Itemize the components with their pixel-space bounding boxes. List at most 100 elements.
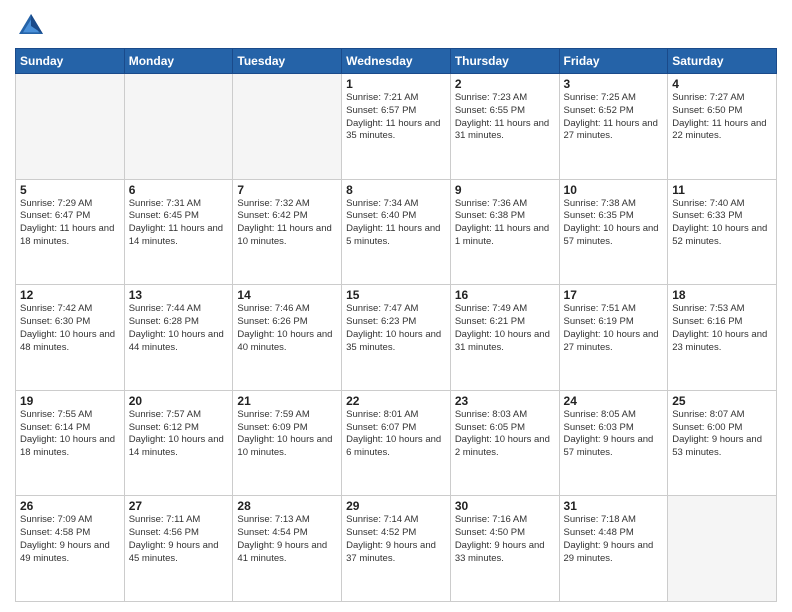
calendar-day-cell: 13Sunrise: 7:44 AMSunset: 6:28 PMDayligh… bbox=[124, 285, 233, 391]
day-number: 23 bbox=[455, 394, 555, 408]
calendar-day-cell: 23Sunrise: 8:03 AMSunset: 6:05 PMDayligh… bbox=[450, 390, 559, 496]
calendar-day-cell: 5Sunrise: 7:29 AMSunset: 6:47 PMDaylight… bbox=[16, 179, 125, 285]
calendar-day-cell: 6Sunrise: 7:31 AMSunset: 6:45 PMDaylight… bbox=[124, 179, 233, 285]
day-info: Sunrise: 8:03 AMSunset: 6:05 PMDaylight:… bbox=[455, 409, 555, 460]
calendar-day-cell: 14Sunrise: 7:46 AMSunset: 6:26 PMDayligh… bbox=[233, 285, 342, 391]
day-info: Sunrise: 8:05 AMSunset: 6:03 PMDaylight:… bbox=[564, 409, 664, 460]
col-thursday: Thursday bbox=[450, 49, 559, 74]
day-info: Sunrise: 7:57 AMSunset: 6:12 PMDaylight:… bbox=[129, 409, 229, 460]
day-number: 27 bbox=[129, 499, 229, 513]
col-tuesday: Tuesday bbox=[233, 49, 342, 74]
day-info: Sunrise: 7:42 AMSunset: 6:30 PMDaylight:… bbox=[20, 303, 120, 354]
col-saturday: Saturday bbox=[668, 49, 777, 74]
calendar-day-cell: 16Sunrise: 7:49 AMSunset: 6:21 PMDayligh… bbox=[450, 285, 559, 391]
day-info: Sunrise: 7:40 AMSunset: 6:33 PMDaylight:… bbox=[672, 198, 772, 249]
calendar-week-row: 1Sunrise: 7:21 AMSunset: 6:57 PMDaylight… bbox=[16, 74, 777, 180]
col-friday: Friday bbox=[559, 49, 668, 74]
col-sunday: Sunday bbox=[16, 49, 125, 74]
header bbox=[15, 10, 777, 42]
day-info: Sunrise: 7:44 AMSunset: 6:28 PMDaylight:… bbox=[129, 303, 229, 354]
calendar-day-cell bbox=[16, 74, 125, 180]
day-number: 30 bbox=[455, 499, 555, 513]
day-info: Sunrise: 7:34 AMSunset: 6:40 PMDaylight:… bbox=[346, 198, 446, 249]
day-number: 6 bbox=[129, 183, 229, 197]
day-number: 5 bbox=[20, 183, 120, 197]
day-number: 25 bbox=[672, 394, 772, 408]
day-info: Sunrise: 7:38 AMSunset: 6:35 PMDaylight:… bbox=[564, 198, 664, 249]
calendar-day-cell: 4Sunrise: 7:27 AMSunset: 6:50 PMDaylight… bbox=[668, 74, 777, 180]
day-number: 31 bbox=[564, 499, 664, 513]
day-number: 7 bbox=[237, 183, 337, 197]
day-info: Sunrise: 7:53 AMSunset: 6:16 PMDaylight:… bbox=[672, 303, 772, 354]
day-number: 17 bbox=[564, 288, 664, 302]
calendar-day-cell: 26Sunrise: 7:09 AMSunset: 4:58 PMDayligh… bbox=[16, 496, 125, 602]
calendar-day-cell: 22Sunrise: 8:01 AMSunset: 6:07 PMDayligh… bbox=[342, 390, 451, 496]
day-number: 28 bbox=[237, 499, 337, 513]
day-number: 16 bbox=[455, 288, 555, 302]
day-info: Sunrise: 7:09 AMSunset: 4:58 PMDaylight:… bbox=[20, 514, 120, 565]
day-info: Sunrise: 7:32 AMSunset: 6:42 PMDaylight:… bbox=[237, 198, 337, 249]
calendar-day-cell bbox=[233, 74, 342, 180]
calendar-day-cell: 30Sunrise: 7:16 AMSunset: 4:50 PMDayligh… bbox=[450, 496, 559, 602]
calendar-week-row: 26Sunrise: 7:09 AMSunset: 4:58 PMDayligh… bbox=[16, 496, 777, 602]
day-number: 20 bbox=[129, 394, 229, 408]
day-info: Sunrise: 7:59 AMSunset: 6:09 PMDaylight:… bbox=[237, 409, 337, 460]
calendar-day-cell: 17Sunrise: 7:51 AMSunset: 6:19 PMDayligh… bbox=[559, 285, 668, 391]
day-number: 2 bbox=[455, 77, 555, 91]
calendar-day-cell: 12Sunrise: 7:42 AMSunset: 6:30 PMDayligh… bbox=[16, 285, 125, 391]
calendar-day-cell: 2Sunrise: 7:23 AMSunset: 6:55 PMDaylight… bbox=[450, 74, 559, 180]
calendar-day-cell: 19Sunrise: 7:55 AMSunset: 6:14 PMDayligh… bbox=[16, 390, 125, 496]
calendar-day-cell: 18Sunrise: 7:53 AMSunset: 6:16 PMDayligh… bbox=[668, 285, 777, 391]
day-info: Sunrise: 7:25 AMSunset: 6:52 PMDaylight:… bbox=[564, 92, 664, 143]
day-number: 18 bbox=[672, 288, 772, 302]
day-number: 12 bbox=[20, 288, 120, 302]
calendar-day-cell: 11Sunrise: 7:40 AMSunset: 6:33 PMDayligh… bbox=[668, 179, 777, 285]
day-info: Sunrise: 7:29 AMSunset: 6:47 PMDaylight:… bbox=[20, 198, 120, 249]
col-monday: Monday bbox=[124, 49, 233, 74]
calendar-week-row: 5Sunrise: 7:29 AMSunset: 6:47 PMDaylight… bbox=[16, 179, 777, 285]
calendar-day-cell: 7Sunrise: 7:32 AMSunset: 6:42 PMDaylight… bbox=[233, 179, 342, 285]
calendar-day-cell bbox=[124, 74, 233, 180]
day-number: 26 bbox=[20, 499, 120, 513]
day-info: Sunrise: 8:01 AMSunset: 6:07 PMDaylight:… bbox=[346, 409, 446, 460]
page: Sunday Monday Tuesday Wednesday Thursday… bbox=[0, 0, 792, 612]
calendar-day-cell: 28Sunrise: 7:13 AMSunset: 4:54 PMDayligh… bbox=[233, 496, 342, 602]
calendar-week-row: 19Sunrise: 7:55 AMSunset: 6:14 PMDayligh… bbox=[16, 390, 777, 496]
day-number: 24 bbox=[564, 394, 664, 408]
calendar-day-cell: 31Sunrise: 7:18 AMSunset: 4:48 PMDayligh… bbox=[559, 496, 668, 602]
day-number: 8 bbox=[346, 183, 446, 197]
calendar-week-row: 12Sunrise: 7:42 AMSunset: 6:30 PMDayligh… bbox=[16, 285, 777, 391]
calendar-day-cell: 8Sunrise: 7:34 AMSunset: 6:40 PMDaylight… bbox=[342, 179, 451, 285]
calendar-day-cell: 3Sunrise: 7:25 AMSunset: 6:52 PMDaylight… bbox=[559, 74, 668, 180]
day-info: Sunrise: 7:46 AMSunset: 6:26 PMDaylight:… bbox=[237, 303, 337, 354]
day-number: 29 bbox=[346, 499, 446, 513]
col-wednesday: Wednesday bbox=[342, 49, 451, 74]
day-number: 15 bbox=[346, 288, 446, 302]
day-info: Sunrise: 8:07 AMSunset: 6:00 PMDaylight:… bbox=[672, 409, 772, 460]
day-number: 9 bbox=[455, 183, 555, 197]
day-number: 14 bbox=[237, 288, 337, 302]
day-number: 1 bbox=[346, 77, 446, 91]
calendar-day-cell: 1Sunrise: 7:21 AMSunset: 6:57 PMDaylight… bbox=[342, 74, 451, 180]
day-info: Sunrise: 7:21 AMSunset: 6:57 PMDaylight:… bbox=[346, 92, 446, 143]
day-info: Sunrise: 7:47 AMSunset: 6:23 PMDaylight:… bbox=[346, 303, 446, 354]
day-info: Sunrise: 7:49 AMSunset: 6:21 PMDaylight:… bbox=[455, 303, 555, 354]
day-info: Sunrise: 7:36 AMSunset: 6:38 PMDaylight:… bbox=[455, 198, 555, 249]
calendar-day-cell: 27Sunrise: 7:11 AMSunset: 4:56 PMDayligh… bbox=[124, 496, 233, 602]
calendar-day-cell: 24Sunrise: 8:05 AMSunset: 6:03 PMDayligh… bbox=[559, 390, 668, 496]
day-number: 3 bbox=[564, 77, 664, 91]
day-info: Sunrise: 7:51 AMSunset: 6:19 PMDaylight:… bbox=[564, 303, 664, 354]
day-info: Sunrise: 7:55 AMSunset: 6:14 PMDaylight:… bbox=[20, 409, 120, 460]
day-info: Sunrise: 7:23 AMSunset: 6:55 PMDaylight:… bbox=[455, 92, 555, 143]
calendar-day-cell: 25Sunrise: 8:07 AMSunset: 6:00 PMDayligh… bbox=[668, 390, 777, 496]
day-info: Sunrise: 7:16 AMSunset: 4:50 PMDaylight:… bbox=[455, 514, 555, 565]
logo bbox=[15, 10, 51, 42]
day-number: 10 bbox=[564, 183, 664, 197]
calendar-day-cell: 15Sunrise: 7:47 AMSunset: 6:23 PMDayligh… bbox=[342, 285, 451, 391]
day-info: Sunrise: 7:11 AMSunset: 4:56 PMDaylight:… bbox=[129, 514, 229, 565]
day-info: Sunrise: 7:13 AMSunset: 4:54 PMDaylight:… bbox=[237, 514, 337, 565]
day-number: 19 bbox=[20, 394, 120, 408]
day-number: 11 bbox=[672, 183, 772, 197]
calendar-day-cell: 29Sunrise: 7:14 AMSunset: 4:52 PMDayligh… bbox=[342, 496, 451, 602]
calendar-day-cell: 21Sunrise: 7:59 AMSunset: 6:09 PMDayligh… bbox=[233, 390, 342, 496]
